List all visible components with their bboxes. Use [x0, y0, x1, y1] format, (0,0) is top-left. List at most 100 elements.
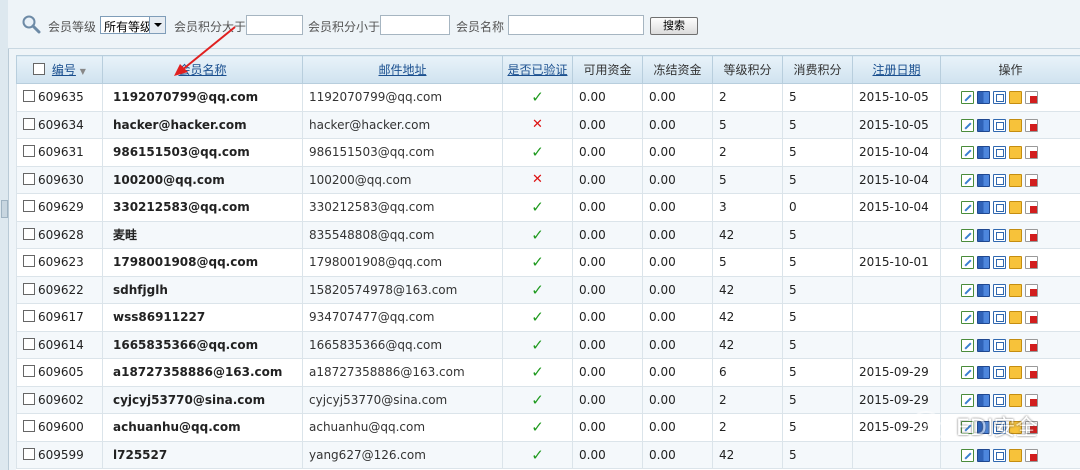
row-checkbox[interactable]	[23, 255, 35, 268]
copy-icon[interactable]	[993, 201, 1006, 215]
note-icon[interactable]	[1009, 311, 1022, 325]
edit-icon[interactable]	[961, 393, 974, 407]
copy-icon[interactable]	[993, 448, 1006, 462]
view-icon[interactable]	[977, 118, 990, 132]
note-icon[interactable]	[1009, 393, 1022, 407]
delete-icon[interactable]	[1025, 338, 1038, 352]
edit-icon[interactable]	[961, 228, 974, 242]
note-icon[interactable]	[1009, 421, 1022, 435]
row-checkbox[interactable]	[23, 282, 35, 295]
view-icon[interactable]	[977, 283, 990, 297]
delete-icon[interactable]	[1025, 421, 1038, 435]
note-icon[interactable]	[1009, 366, 1022, 380]
delete-icon[interactable]	[1025, 173, 1038, 187]
delete-icon[interactable]	[1025, 91, 1038, 105]
edit-icon[interactable]	[961, 118, 974, 132]
row-checkbox[interactable]	[23, 200, 35, 213]
note-icon[interactable]	[1009, 118, 1022, 132]
copy-icon[interactable]	[993, 421, 1006, 435]
col-header-verified[interactable]: 是否已验证	[502, 55, 573, 84]
edit-icon[interactable]	[961, 91, 974, 105]
note-icon[interactable]	[1009, 173, 1022, 187]
copy-icon[interactable]	[993, 283, 1006, 297]
copy-icon[interactable]	[993, 91, 1006, 105]
edit-icon[interactable]	[961, 256, 974, 270]
edit-icon[interactable]	[961, 366, 974, 380]
note-icon[interactable]	[1009, 256, 1022, 270]
col-header-name[interactable]: 会员名称	[102, 55, 303, 84]
edit-icon[interactable]	[961, 283, 974, 297]
row-checkbox[interactable]	[23, 145, 35, 158]
edit-icon[interactable]	[961, 201, 974, 215]
delete-icon[interactable]	[1025, 366, 1038, 380]
row-checkbox[interactable]	[23, 172, 35, 185]
edit-icon[interactable]	[961, 448, 974, 462]
copy-icon[interactable]	[993, 173, 1006, 187]
col-header-email[interactable]: 邮件地址	[302, 55, 503, 84]
col-header-reg-date[interactable]: 注册日期	[852, 55, 941, 84]
note-icon[interactable]	[1009, 201, 1022, 215]
view-icon[interactable]	[977, 201, 990, 215]
edit-icon[interactable]	[961, 146, 974, 160]
view-icon[interactable]	[977, 228, 990, 242]
copy-icon[interactable]	[993, 393, 1006, 407]
col-header-verified-label[interactable]: 是否已验证	[507, 63, 567, 77]
col-header-email-label[interactable]: 邮件地址	[378, 63, 426, 77]
col-header-reg-date-label[interactable]: 注册日期	[872, 63, 920, 77]
delete-icon[interactable]	[1025, 228, 1038, 242]
edit-icon[interactable]	[961, 421, 974, 435]
view-icon[interactable]	[977, 146, 990, 160]
row-checkbox[interactable]	[23, 365, 35, 378]
delete-icon[interactable]	[1025, 448, 1038, 462]
edit-icon[interactable]	[961, 173, 974, 187]
delete-icon[interactable]	[1025, 201, 1038, 215]
delete-icon[interactable]	[1025, 256, 1038, 270]
copy-icon[interactable]	[993, 228, 1006, 242]
frame-collapse-handle[interactable]	[1, 200, 8, 218]
copy-icon[interactable]	[993, 146, 1006, 160]
points-gt-input[interactable]	[246, 15, 303, 35]
col-header-id-label[interactable]: 编号	[52, 63, 76, 77]
select-all-checkbox[interactable]	[33, 63, 46, 75]
edit-icon[interactable]	[961, 311, 974, 325]
delete-icon[interactable]	[1025, 283, 1038, 297]
copy-icon[interactable]	[993, 338, 1006, 352]
view-icon[interactable]	[977, 311, 990, 325]
row-checkbox[interactable]	[23, 117, 35, 130]
delete-icon[interactable]	[1025, 118, 1038, 132]
delete-icon[interactable]	[1025, 393, 1038, 407]
edit-icon[interactable]	[961, 338, 974, 352]
note-icon[interactable]	[1009, 448, 1022, 462]
member-name-input[interactable]	[508, 15, 644, 35]
note-icon[interactable]	[1009, 91, 1022, 105]
view-icon[interactable]	[977, 173, 990, 187]
row-checkbox[interactable]	[23, 420, 35, 433]
copy-icon[interactable]	[993, 256, 1006, 270]
delete-icon[interactable]	[1025, 311, 1038, 325]
view-icon[interactable]	[977, 448, 990, 462]
copy-icon[interactable]	[993, 366, 1006, 380]
view-icon[interactable]	[977, 338, 990, 352]
view-icon[interactable]	[977, 421, 990, 435]
search-button[interactable]: 搜索	[650, 17, 698, 35]
row-checkbox[interactable]	[23, 337, 35, 350]
col-header-name-label[interactable]: 会员名称	[178, 63, 226, 77]
col-header-id[interactable]: 编号 ▼	[16, 55, 103, 84]
level-select[interactable]: 所有等级	[100, 16, 166, 34]
points-lt-input[interactable]	[380, 15, 450, 35]
row-checkbox[interactable]	[23, 310, 35, 323]
delete-icon[interactable]	[1025, 146, 1038, 160]
copy-icon[interactable]	[993, 311, 1006, 325]
note-icon[interactable]	[1009, 283, 1022, 297]
view-icon[interactable]	[977, 91, 990, 105]
note-icon[interactable]	[1009, 146, 1022, 160]
view-icon[interactable]	[977, 393, 990, 407]
row-checkbox[interactable]	[23, 392, 35, 405]
chevron-down-icon[interactable]	[149, 17, 165, 33]
view-icon[interactable]	[977, 256, 990, 270]
note-icon[interactable]	[1009, 228, 1022, 242]
row-checkbox[interactable]	[23, 90, 35, 103]
row-checkbox[interactable]	[23, 447, 35, 460]
view-icon[interactable]	[977, 366, 990, 380]
row-checkbox[interactable]	[23, 227, 35, 240]
